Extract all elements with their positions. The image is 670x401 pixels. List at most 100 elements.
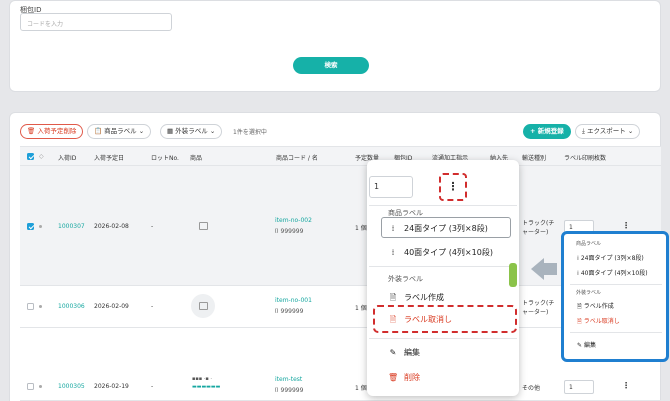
menu-item-40-type[interactable]: ⁞ 40面タイプ (4列×10段): [388, 247, 493, 258]
document-remove-icon: 🗎: [389, 315, 397, 324]
arrival-id-link[interactable]: 1000307: [58, 223, 85, 230]
col-arrival-date[interactable]: 入荷予定日: [94, 153, 124, 162]
product-thumbnail-bars: ▬▬▬▬▬▬: [192, 384, 221, 390]
col-arrival-id[interactable]: 入荷ID: [58, 153, 76, 162]
download-icon: ⤓: [582, 127, 585, 135]
chevron-down-icon: ⌄: [627, 127, 634, 135]
transport-type: その他: [522, 385, 541, 392]
row-checkbox[interactable]: [27, 223, 34, 230]
divider: [570, 332, 662, 333]
pencil-icon: ✎: [389, 348, 397, 357]
dropdown-qty-input[interactable]: 1: [369, 176, 413, 198]
product-thumbnail-text: ▪▪▪ ·▪ ·: [192, 376, 212, 382]
print-qty-input[interactable]: 1: [564, 380, 594, 394]
table-header: ◇ 入荷ID 入荷予定日 ロットNo. 商品 商品コード / 名 予定数量 梱包…: [20, 146, 661, 166]
ref-item-24-type: ⁞ 24面タイプ (3列×8段): [577, 255, 644, 262]
barcode-icon: ⌷: [275, 308, 279, 315]
divider: [369, 205, 517, 206]
selected-count: 1件を選択中: [233, 129, 267, 136]
col-lot-no[interactable]: ロットNo.: [151, 153, 179, 162]
divider: [570, 284, 662, 285]
col-transport[interactable]: 輸送種別: [522, 153, 546, 162]
col-print-qty[interactable]: ラベル印刷枚数: [564, 153, 606, 162]
status-dot: [39, 225, 42, 228]
package-id-input[interactable]: コードを入力: [20, 13, 172, 31]
menu-item-create-label[interactable]: 🗎 ラベル作成: [388, 292, 444, 306]
status-dot: [39, 305, 42, 308]
lot-no: -: [151, 303, 154, 310]
menu-item-delete[interactable]: 🗑 削除: [388, 372, 420, 383]
transport-type-2: ャーター): [522, 229, 549, 236]
side-badge: [509, 263, 517, 287]
transport-type: トラック(チ: [522, 220, 555, 227]
label-sheet-icon: ⁞: [391, 224, 395, 233]
kebab-menu-button[interactable]: ⋮: [439, 173, 467, 201]
transport-type-2: ャーター): [522, 309, 549, 316]
export-button[interactable]: ⤓ エクスポート ⌄: [575, 124, 641, 139]
transport-type: トラック(チ: [522, 300, 555, 307]
delete-arrival-button[interactable]: 🗑 入荷予定削除: [20, 124, 84, 139]
menu-item-edit[interactable]: ✎ 編集: [388, 347, 420, 358]
kebab-icon: ⋮: [447, 180, 459, 193]
document-add-icon: 🗎: [389, 293, 397, 302]
search-button[interactable]: 検索: [293, 57, 369, 74]
label-sheet-icon: ⁞: [577, 255, 579, 262]
select-all-checkbox[interactable]: [27, 153, 34, 160]
trash-icon: 🗑: [27, 127, 36, 135]
label-sheet-icon: ⁞: [391, 248, 395, 257]
barcode-icon: ⌷: [275, 387, 279, 394]
chevron-down-icon: ⌄: [209, 127, 216, 135]
barcode-icon: ⌷: [275, 228, 279, 235]
product-label-button[interactable]: 📋 商品ラベル ⌄: [87, 124, 152, 139]
planned-qty: 1 個: [355, 225, 367, 232]
col-product: 商品: [190, 155, 203, 162]
row-menu-icon[interactable]: ⋮: [622, 381, 630, 390]
product-code-link[interactable]: item-no-001: [275, 297, 312, 304]
divider: [369, 338, 517, 339]
outer-label-button[interactable]: ▦ 外装ラベル ⌄: [160, 124, 223, 139]
product-code-link[interactable]: item-test: [275, 376, 302, 383]
arrival-date: 2026-02-19: [94, 383, 129, 390]
sort-icon: ◇: [39, 153, 44, 160]
jan-code: ⌷ 999999: [275, 387, 304, 394]
menu-item-cancel-label[interactable]: 🗎 ラベル取消し: [388, 314, 452, 328]
new-register-button[interactable]: + 新規登録: [523, 124, 571, 139]
boxes-icon: ▦: [167, 127, 174, 135]
jan-code: ⌷ 999999: [275, 228, 304, 235]
product-code-link[interactable]: item-no-002: [275, 217, 312, 224]
arrival-id-link[interactable]: 1000306: [58, 303, 85, 310]
row-menu-icon[interactable]: ⋮: [622, 221, 630, 230]
document-add-icon: 🗎: [577, 303, 582, 310]
image-placeholder-icon: [199, 222, 208, 230]
image-placeholder-icon: [199, 302, 208, 310]
col-product-code[interactable]: 商品コード / 名: [276, 153, 318, 162]
lot-no: -: [151, 223, 154, 230]
document-remove-icon: 🗎: [577, 318, 582, 325]
chevron-down-icon: ⌄: [138, 127, 145, 135]
row-checkbox[interactable]: [27, 303, 34, 310]
divider: [369, 266, 517, 267]
arrival-id-link[interactable]: 1000305: [58, 383, 85, 390]
ref-product-label-section: 商品ラベル: [576, 241, 602, 247]
ref-item-create-label: 🗎 ラベル作成: [577, 303, 614, 310]
label-sheet-icon: ⁞: [577, 270, 579, 277]
ref-outer-label-section: 外装ラベル: [576, 290, 602, 296]
trash-icon: 🗑: [388, 373, 399, 382]
planned-qty: 1 個: [355, 305, 367, 312]
status-dot: [39, 385, 42, 388]
ref-item-40-type: ⁞ 40面タイプ (4列×10段): [577, 270, 648, 277]
ref-item-cancel-label: 🗎 ラベル取消し: [577, 318, 620, 325]
arrival-date: 2026-02-09: [94, 303, 129, 310]
row-checkbox[interactable]: [27, 383, 34, 390]
arrival-date: 2026-02-08: [94, 223, 129, 230]
ref-item-edit: ✎ 編集: [577, 342, 596, 349]
planned-qty: 1 個: [355, 385, 367, 392]
outer-label-section: 外装ラベル: [388, 275, 423, 283]
pencil-icon: ✎: [577, 342, 583, 349]
menu-item-24-type[interactable]: ⁞ 24面タイプ (3列×8段): [388, 223, 488, 234]
lot-no: -: [151, 383, 154, 390]
pointer-arrow-tail: [543, 263, 557, 275]
plus-icon: +: [530, 127, 536, 135]
jan-code: ⌷ 999999: [275, 308, 304, 315]
clipboard-icon: 📋: [94, 127, 103, 135]
